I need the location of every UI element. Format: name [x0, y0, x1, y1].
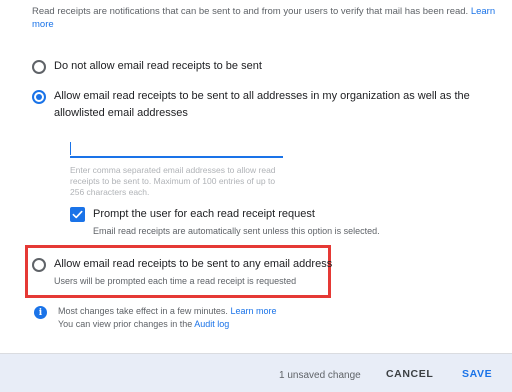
intro-description: Read receipts are notifications that can…	[32, 6, 469, 17]
save-button[interactable]: SAVE	[462, 368, 492, 380]
prompt-user-label: Prompt the user for each read receipt re…	[93, 208, 315, 220]
radio-unchecked-icon[interactable]	[32, 258, 46, 272]
info-learn-more-link[interactable]: Learn more	[230, 306, 276, 316]
prompt-user-checkbox[interactable]	[70, 207, 85, 222]
option-allow-any-address[interactable]: Allow email read receipts to be sent to …	[32, 258, 332, 287]
option-label: Allow email read receipts to be sent to …	[54, 90, 470, 119]
audit-log-link[interactable]: Audit log	[194, 319, 229, 329]
checkmark-icon	[72, 210, 83, 219]
prompt-user-sublabel: Email read receipts are automatically se…	[93, 226, 380, 236]
radio-unchecked-icon[interactable]	[32, 60, 46, 74]
prompt-user-checkbox-row[interactable]: Prompt the user for each read receipt re…	[70, 207, 380, 237]
info-line-2-text: You can view prior changes in the	[58, 318, 193, 329]
allowlist-email-input[interactable]	[70, 140, 283, 158]
option-allow-organization[interactable]: Allow email read receipts to be sent to …	[32, 90, 472, 122]
option-label: Do not allow email read receipts to be s…	[54, 60, 262, 72]
action-footer: 1 unsaved change CANCEL SAVE	[0, 353, 512, 392]
option-do-not-allow[interactable]: Do not allow email read receipts to be s…	[32, 60, 262, 75]
info-line-2: You can view prior changes in the Audit …	[58, 318, 276, 331]
text-cursor	[70, 142, 71, 155]
info-icon: i	[34, 306, 47, 319]
radio-checked-icon[interactable]	[32, 90, 46, 104]
option-sublabel: Users will be prompted each time a read …	[54, 276, 297, 286]
unsaved-status: 1 unsaved change	[279, 370, 361, 381]
option-label: Allow email read receipts to be sent to …	[54, 258, 333, 270]
info-line-1: Most changes take effect in a few minute…	[58, 305, 276, 318]
info-note: i Most changes take effect in a few minu…	[34, 305, 276, 330]
info-line-1-text: Most changes take effect in a few minute…	[58, 306, 228, 316]
allowlist-hint: Enter comma separated email addresses to…	[70, 165, 276, 197]
cancel-button[interactable]: CANCEL	[386, 368, 433, 380]
intro-text: Read receipts are notifications that can…	[32, 5, 502, 31]
